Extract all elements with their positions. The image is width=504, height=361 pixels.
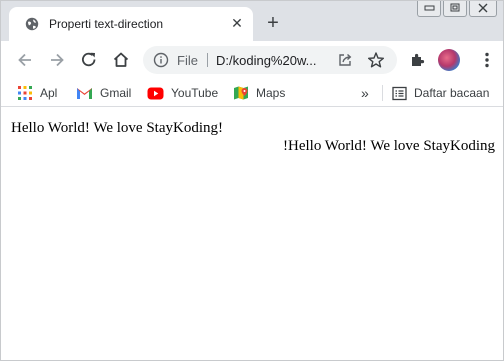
apps-grid-icon (18, 86, 32, 100)
profile-avatar[interactable] (438, 49, 460, 71)
bookmark-label: YouTube (171, 86, 219, 100)
browser-toolbar: File D:/koding%20w... (1, 41, 503, 79)
close-tab-icon[interactable]: ✕ (229, 15, 245, 31)
tab-title: Properti text-direction (49, 17, 164, 31)
share-icon[interactable] (337, 52, 353, 68)
text-ltr-paragraph: Hello World! We love StayKoding! (11, 120, 223, 136)
maps-icon (234, 86, 248, 100)
url-text[interactable]: D:/koding%20w... (216, 53, 316, 68)
bookmark-label: Maps (256, 86, 286, 100)
bookmark-apps[interactable]: Apl (17, 84, 57, 102)
maximize-button[interactable] (443, 1, 467, 17)
new-tab-plus-icon[interactable]: + (263, 13, 283, 34)
bookmark-star-icon[interactable] (367, 51, 385, 69)
back-arrow-icon[interactable] (15, 50, 35, 70)
minimize-icon (424, 5, 435, 11)
bookmark-label: Gmail (100, 86, 132, 100)
minimize-button[interactable] (417, 1, 441, 17)
page-content: Hello World! We love StayKoding! !Hello … (1, 108, 503, 360)
reading-list-button[interactable]: Daftar bacaan (392, 84, 489, 102)
reload-icon[interactable] (79, 50, 99, 70)
window-controls (417, 1, 497, 19)
tab-strip: Properti text-direction ✕ + (1, 1, 503, 41)
bookmarks-divider (382, 85, 383, 101)
globe-icon (25, 17, 39, 31)
home-icon[interactable] (111, 50, 131, 70)
tab-active[interactable]: Properti text-direction ✕ (9, 7, 253, 41)
extensions-puzzle-icon[interactable] (408, 50, 428, 70)
bookmark-label: Apl (40, 86, 58, 100)
bookmark-gmail[interactable]: Gmail (76, 84, 131, 102)
kebab-menu-icon[interactable] (477, 50, 497, 70)
text-rtl-paragraph: !Hello World! We love StayKoding (283, 138, 495, 154)
gmail-icon (77, 88, 92, 99)
reading-list-icon (392, 86, 407, 100)
youtube-icon (147, 87, 164, 99)
close-window-button[interactable] (469, 1, 497, 17)
bookmarks-overflow-chevron[interactable]: » (361, 84, 369, 102)
bookmark-maps[interactable]: Maps (233, 84, 285, 102)
maximize-icon (450, 3, 460, 12)
forward-arrow-icon[interactable] (47, 50, 67, 70)
browser-window: Properti text-direction ✕ + File D:/kodi… (0, 0, 504, 361)
address-bar[interactable]: File D:/koding%20w... (143, 46, 397, 74)
close-window-icon (478, 3, 488, 13)
site-info-icon[interactable] (153, 52, 169, 68)
url-scheme-label: File (177, 53, 198, 68)
reading-list-label: Daftar bacaan (414, 86, 490, 100)
bookmark-youtube[interactable]: YouTube (147, 84, 218, 102)
bookmarks-bar: Apl Gmail YouTube Maps » Daftar bacaan (1, 79, 503, 107)
url-separator (207, 53, 208, 67)
